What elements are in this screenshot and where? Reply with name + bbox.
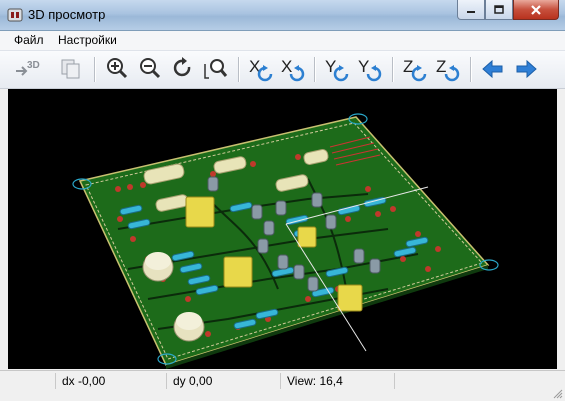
zoom-fit-icon [204,59,228,79]
zoom-in-icon [107,58,128,79]
status-view: View: 16,4 [280,373,387,389]
svg-text:3D: 3D [27,60,40,71]
rotate-z-cw-icon: Z [436,57,460,82]
maximize-icon [494,4,504,14]
redraw-button[interactable] [168,54,198,84]
svg-text:Y: Y [358,57,369,76]
status-dy: dy 0,00 [166,373,273,389]
menu-settings[interactable]: Настройки [58,33,117,47]
rotate-y-cw-button[interactable]: Y [355,54,385,84]
resize-grip-icon[interactable] [553,389,563,399]
close-button[interactable] [513,0,559,20]
app-icon [7,8,23,22]
status-bar: dx -0,00 dy 0,00 View: 16,4 [0,370,565,401]
rotate-x-cw-icon: X [281,57,305,82]
zoom-out-icon [140,58,161,79]
zoom-fit-button[interactable] [201,54,231,84]
rotate-z-cw-button[interactable]: Z [433,54,463,84]
maximize-button[interactable] [485,0,513,20]
zoom-out-button[interactable] [135,54,165,84]
arrow-right-icon [516,59,537,79]
rotate-y-ccw-button[interactable]: Y [322,54,352,84]
minimize-button[interactable] [457,0,485,20]
window-title: 3D просмотр [28,7,106,22]
rotate-x-ccw-icon: X [249,57,273,82]
rotate-y-ccw-icon: Y [325,57,349,82]
toolbar: 3D X X Y Y Z Z [0,51,565,89]
copy-icon [61,59,80,79]
rotate-x-ccw-button[interactable]: X [246,54,276,84]
svg-text:Z: Z [436,57,446,76]
pan-left-button[interactable] [478,54,508,84]
zoom-in-button[interactable] [102,54,132,84]
pcb-3d-render [72,113,499,369]
minimize-icon [467,10,475,13]
status-empty [394,373,551,389]
window-controls [457,0,559,20]
status-dx: dx -0,00 [55,373,158,389]
3d-export-icon: 3D [16,60,40,76]
rotate-z-ccw-button[interactable]: Z [400,54,430,84]
pan-right-button[interactable] [511,54,541,84]
rotate-z-ccw-icon: Z [403,57,427,82]
rotate-y-cw-icon: Y [358,57,382,82]
close-icon [531,4,541,15]
refresh-icon [173,57,191,77]
app-window: 3D просмотр Файл Настройки 3D X X Y Y Z … [0,0,565,401]
arrow-left-icon [482,59,503,79]
svg-text:X: X [281,57,292,76]
menu-bar: Файл Настройки [0,31,565,51]
copy-button[interactable] [56,54,86,84]
menu-file[interactable]: Файл [14,33,44,47]
rotate-x-cw-button[interactable]: X [278,54,308,84]
3d-export-button[interactable]: 3D [12,54,42,84]
3d-viewport[interactable] [8,89,557,369]
title-bar[interactable]: 3D просмотр [0,0,565,31]
